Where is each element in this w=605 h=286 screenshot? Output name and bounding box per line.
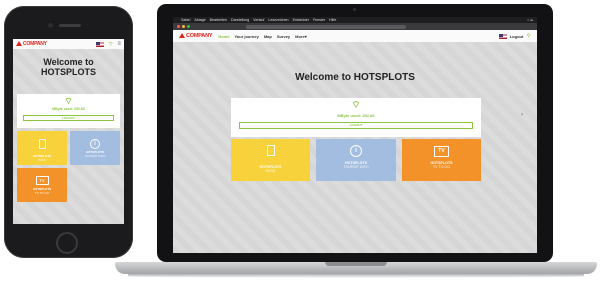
laptop-shadow xyxy=(128,274,584,278)
nav-map[interactable]: Map xyxy=(264,34,272,39)
nav-more[interactable]: More▾ xyxy=(295,34,307,39)
phone-tile-tv[interactable]: TV HOTSPLOTS TV TO GO xyxy=(17,168,67,202)
hero-title: Welcome to HOTSPLOTS xyxy=(295,72,415,83)
nav-survey[interactable]: Survey xyxy=(277,34,290,39)
wifi-icon: ⌔ xyxy=(107,42,114,48)
phone-logout-button[interactable]: LOGOUT xyxy=(23,115,114,121)
phone-device: COMPANY ⌔ ≡ Welcome to HOTSPLOTS ⌔ MByte… xyxy=(4,6,133,258)
chevron-down-icon: ▾ xyxy=(304,33,307,39)
phone-status-card: ⌔ MByte used: 252.83 LOGOUT xyxy=(17,94,120,128)
logo-triangle-icon xyxy=(16,41,22,46)
menu-verlauf[interactable]: Verlauf xyxy=(253,17,264,23)
phone-tile-pass[interactable]: HOTSPLOTS PASS xyxy=(17,131,67,165)
logo-text: COMPANY xyxy=(186,33,213,39)
menu-fenster[interactable]: Fenster xyxy=(313,17,325,23)
phone-screen: COMPANY ⌔ ≡ Welcome to HOTSPLOTS ⌔ MByte… xyxy=(13,39,124,224)
address-bar[interactable] xyxy=(246,24,406,29)
info-icon: i xyxy=(350,145,362,157)
menu-safari[interactable]: Safari xyxy=(181,17,190,23)
laptop-screen: Safari Ablage Bearbeiten Darstellung Ver… xyxy=(173,17,537,253)
wifi-signal-icon: ⌔ xyxy=(64,96,73,106)
window-close-icon[interactable] xyxy=(177,25,180,28)
menu-hilfe[interactable]: Hilfe xyxy=(329,17,336,23)
phone-mbyte-used: MByte used: 252.83 xyxy=(52,107,85,111)
wifi-icon: ⌔ xyxy=(526,33,531,39)
laptop-notch xyxy=(325,262,387,266)
phone-logo-text: COMPANY xyxy=(23,41,47,47)
menubar-status-icons: ⌕ ☰ xyxy=(527,18,533,22)
tile-tourist-info[interactable]: i HOTSPLOTS TOURIST INFO xyxy=(316,139,396,181)
phone-tile-tv-subtitle: TV TO GO xyxy=(34,191,50,195)
tv-icon: TV xyxy=(434,146,449,157)
browser-toolbar xyxy=(173,23,537,30)
wifi-signal-icon: ⌔ xyxy=(351,100,361,111)
logout-button[interactable]: LOGOUT xyxy=(239,122,473,129)
window-zoom-icon[interactable] xyxy=(187,25,190,28)
menu-bearbeiten[interactable]: Bearbeiten xyxy=(210,17,227,23)
tile-pass-subtitle: PASS xyxy=(265,169,276,173)
carousel-next-arrow[interactable]: › xyxy=(521,112,523,118)
window-minimize-icon[interactable] xyxy=(182,25,185,28)
tv-icon: TV xyxy=(35,176,49,185)
tile-tv-subtitle: TV TO GO xyxy=(432,165,451,169)
logo-triangle-icon xyxy=(179,33,185,38)
flag-us-icon[interactable] xyxy=(498,33,507,39)
phone-tile-tourist-info[interactable]: i HOTSPLOTS TOURIST INFO xyxy=(70,131,120,165)
tablet-icon xyxy=(38,139,46,149)
nav-more-label: More xyxy=(295,33,305,39)
laptop-base xyxy=(115,262,597,274)
tile-info-subtitle: TOURIST INFO xyxy=(343,165,369,169)
nav-your-journey[interactable]: Your journey xyxy=(234,34,258,39)
menu-ablage[interactable]: Ablage xyxy=(194,17,205,23)
info-icon: i xyxy=(90,139,100,149)
logo[interactable]: COMPANY xyxy=(179,33,213,39)
hamburger-menu-icon[interactable]: ≡ xyxy=(117,41,121,47)
tile-pass[interactable]: HOTSPLOTS PASS xyxy=(231,139,310,181)
laptop-camera xyxy=(353,8,356,11)
flag-us-icon[interactable] xyxy=(95,41,104,47)
menu-lesezeichen[interactable]: Lesezeichen xyxy=(268,17,288,23)
phone-speaker xyxy=(59,24,81,27)
header-logout-link[interactable]: Logout xyxy=(510,34,524,39)
tile-tv[interactable]: TV HOTSPLOTS TV TO GO xyxy=(402,139,481,181)
status-card: ⌔ MByte used: 252.83 LOGOUT xyxy=(231,98,481,137)
phone-camera xyxy=(48,23,53,28)
phone-tile-info-subtitle: TOURIST INFO xyxy=(84,154,106,158)
menu-entwickler[interactable]: Entwickler xyxy=(293,17,309,23)
mbyte-used: MByte used: 252.83 xyxy=(337,113,375,118)
nav-home[interactable]: Home xyxy=(218,34,229,39)
phone-tile-pass-subtitle: PASS xyxy=(38,158,46,162)
main-nav: Home Your journey Map Survey More▾ xyxy=(218,34,306,39)
menu-darstellung[interactable]: Darstellung xyxy=(231,17,249,23)
phone-home-button[interactable] xyxy=(56,232,78,254)
tablet-icon xyxy=(266,145,275,156)
phone-hero-title: Welcome to HOTSPLOTS xyxy=(40,57,96,77)
laptop-lid: Safari Ablage Bearbeiten Darstellung Ver… xyxy=(157,4,553,262)
phone-logo[interactable]: COMPANY xyxy=(16,41,47,47)
